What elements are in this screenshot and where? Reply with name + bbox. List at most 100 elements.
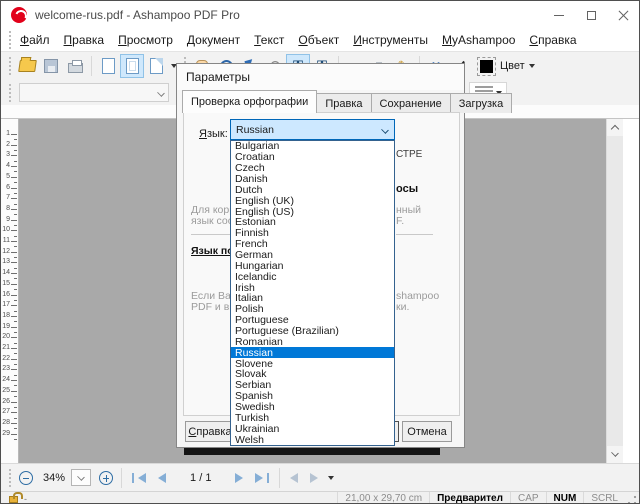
language-option[interactable]: Icelandic [231,271,394,282]
ruler-number: 4 [6,162,10,169]
last-page-button[interactable] [255,473,269,483]
language-option[interactable]: Turkish [231,412,394,423]
previous-page-button[interactable] [158,473,166,483]
close-button[interactable] [607,1,639,29]
scroll-down-button[interactable] [607,446,623,463]
menu-item-9[interactable]: Справка [522,31,583,49]
maximize-button[interactable] [575,1,607,29]
language-option[interactable]: Hungarian [231,260,394,271]
color-swatch-icon[interactable] [480,60,493,73]
language-option[interactable]: Welsh [231,434,394,445]
language-option[interactable]: Portuguese [231,315,394,326]
view-back-button[interactable] [290,473,298,483]
language-option[interactable]: Croatian [231,152,394,163]
scroll-up-button[interactable] [607,119,623,136]
language-option[interactable]: Swedish [231,402,394,413]
ruler-tick [11,316,17,317]
dialog-tab-4[interactable]: Загрузка [450,93,512,113]
ruler-tick [11,273,17,274]
language-option[interactable]: English (US) [231,206,394,217]
zoom-bar-separator-2 [279,468,280,488]
first-page-button[interactable] [132,473,146,483]
menu-item-8[interactable]: MyAshampoo [435,31,522,49]
ruler-half-tick [14,268,17,269]
ruler-number: 28 [2,419,10,426]
language-option[interactable]: English (UK) [231,195,394,206]
language-option[interactable]: Slovak [231,369,394,380]
language-option[interactable]: Russian [231,347,394,358]
ruler-half-tick [14,396,17,397]
page-view-3-button[interactable] [144,54,168,78]
ruler-tick [11,166,17,167]
minimize-button[interactable] [543,1,575,29]
menu-item-4[interactable]: Документ [180,31,247,49]
save-button[interactable] [39,54,63,78]
page-icon [102,58,115,74]
ruler-number: 16 [2,291,10,298]
lock-options-dash[interactable]: - [24,494,27,504]
language-option[interactable]: Finnish [231,228,394,239]
dialog-shadow [184,448,440,455]
zoom-in-button[interactable] [99,471,113,485]
ruler-tick [11,295,17,296]
next-page-button[interactable] [235,473,243,483]
language-option[interactable]: Danish [231,174,394,185]
language-option[interactable]: Slovene [231,358,394,369]
language-option[interactable]: Romanian [231,336,394,347]
menu-item-6[interactable]: Объект [291,31,346,49]
nav-options-caret-icon[interactable] [328,476,334,480]
save-icon [44,59,58,73]
color-dropdown-caret-icon[interactable] [529,64,535,68]
ruler-number: 10 [2,226,10,233]
font-combobox[interactable] [19,83,169,102]
vertical-scrollbar[interactable] [606,119,623,463]
language-option[interactable]: Czech [231,163,394,174]
ruler-tick [11,305,17,306]
language-option[interactable]: Bulgarian [231,141,394,152]
language-option[interactable]: Estonian [231,217,394,228]
toolbar-grip[interactable] [9,57,11,75]
dialog-tab-3[interactable]: Сохранение [371,93,451,113]
help-button[interactable]: Справка [185,421,235,442]
menu-item-1[interactable]: Файл [13,31,57,49]
menu-item-2[interactable]: Правка [57,31,112,49]
menubar-grip[interactable] [9,31,11,49]
ruler-half-tick [14,150,17,151]
language-option[interactable]: Serbian [231,380,394,391]
dialog-tab-1[interactable]: Проверка орфографии [182,90,317,113]
ruler-half-tick [14,375,17,376]
ruler-number: 20 [2,333,10,340]
language-option[interactable]: Spanish [231,391,394,402]
format-toolbar-grip[interactable] [9,84,11,102]
preview-mode-indicator: Предварител [429,492,510,504]
ruler-half-tick [14,321,17,322]
page-view-1-button[interactable] [96,54,120,78]
ruler-number: 27 [2,408,10,415]
resize-grip[interactable] [627,495,637,504]
language-option[interactable]: Dutch [231,184,394,195]
language-option[interactable]: Irish [231,282,394,293]
dialog-tab-2[interactable]: Правка [316,93,371,113]
language-option[interactable]: Portuguese (Brazilian) [231,326,394,337]
zoom-bar-grip[interactable] [9,469,11,487]
open-file-button[interactable] [15,54,39,78]
print-button[interactable] [63,54,87,78]
menu-item-5[interactable]: Текст [247,31,291,49]
print-icon [68,63,83,73]
language-option[interactable]: Polish [231,304,394,315]
language-option[interactable]: Ukrainian [231,423,394,434]
language-option[interactable]: French [231,239,394,250]
language-combobox[interactable]: Russian [230,119,395,140]
single-page-view-button[interactable] [120,54,144,78]
view-forward-button[interactable] [310,473,318,483]
menu-item-7[interactable]: Инструменты [346,31,435,49]
cancel-button[interactable]: Отмена [402,421,452,442]
zoom-out-button[interactable] [19,471,33,485]
lock-open-icon[interactable] [9,496,18,503]
dialog-title-bar[interactable]: Параметры [177,64,464,90]
ruler-half-tick [14,139,17,140]
language-option[interactable]: Italian [231,293,394,304]
language-option[interactable]: German [231,250,394,261]
zoom-dropdown-button[interactable] [71,469,91,486]
menu-item-3[interactable]: Просмотр [111,31,180,49]
